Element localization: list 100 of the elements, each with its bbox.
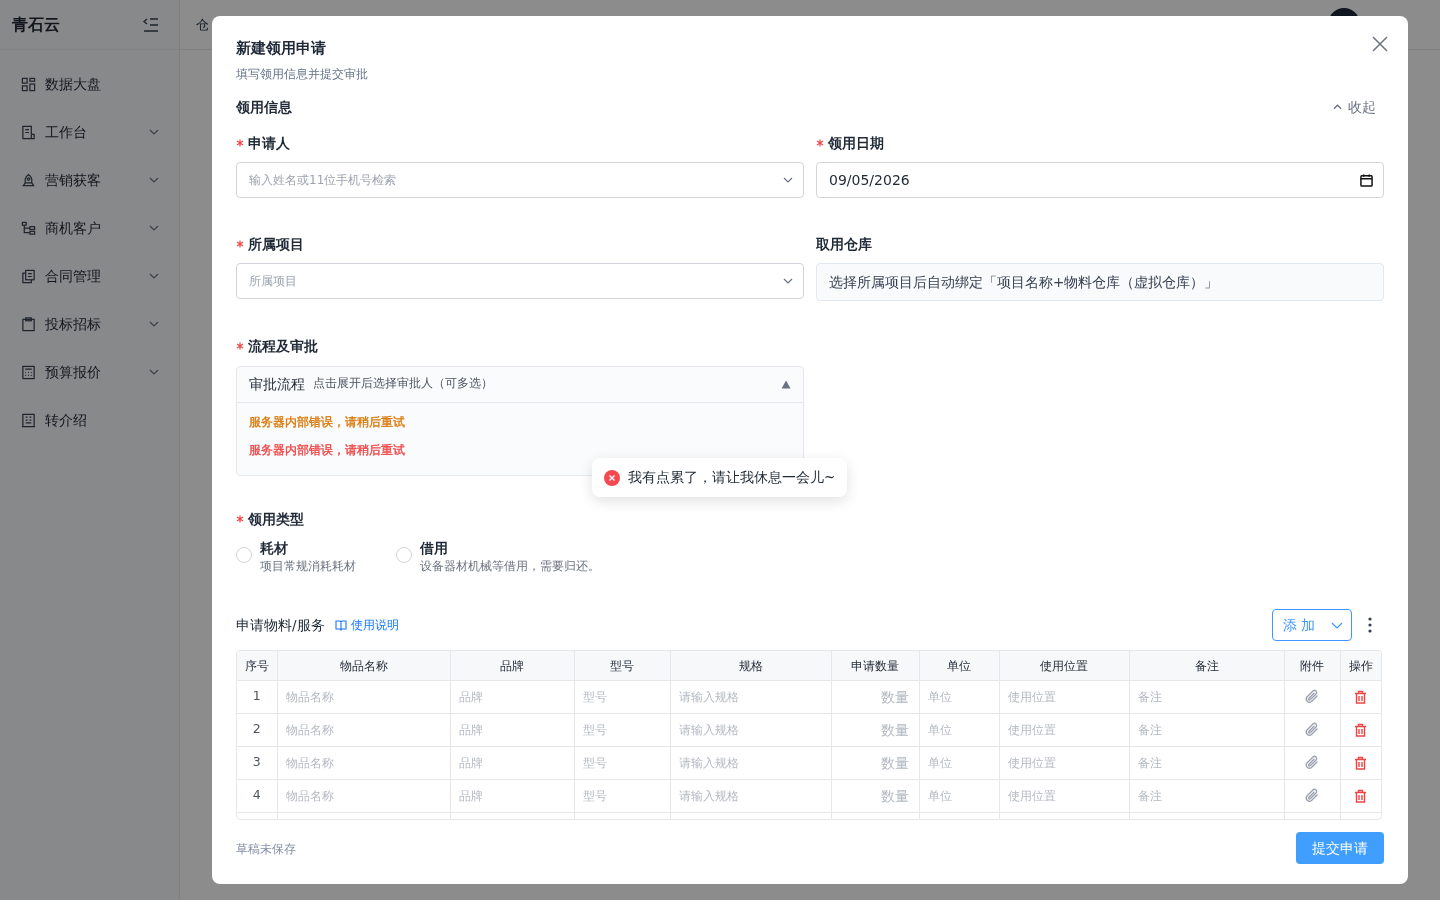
radio-button[interactable] bbox=[396, 546, 412, 563]
table-cell-field[interactable]: 备注 bbox=[1129, 779, 1284, 813]
table-cell-field[interactable]: 物品名称 bbox=[277, 779, 450, 813]
table-input[interactable]: 使用位置 bbox=[999, 721, 1129, 739]
delete-button[interactable] bbox=[1354, 722, 1367, 737]
table-cell-field[interactable]: 品牌 bbox=[450, 779, 574, 813]
delete-button[interactable] bbox=[1354, 689, 1367, 704]
table-cell-field[interactable]: 使用位置 bbox=[999, 779, 1129, 813]
sidebar-item[interactable]: 合同管理 bbox=[0, 252, 179, 300]
table-input[interactable]: 物品名称 bbox=[277, 787, 450, 805]
table-input[interactable]: 品牌 bbox=[450, 688, 574, 706]
table-input[interactable]: 型号 bbox=[574, 754, 670, 772]
table-input[interactable]: 请输入规格 bbox=[670, 688, 831, 706]
table-input[interactable]: 物品名称 bbox=[277, 721, 450, 739]
table-input[interactable]: 型号 bbox=[574, 787, 670, 805]
breadcrumb[interactable]: 仓 bbox=[196, 14, 209, 35]
sidebar-item[interactable]: 预算报价 bbox=[0, 348, 179, 396]
table-input[interactable]: 单位 bbox=[919, 754, 999, 772]
collapse-menu-icon[interactable] bbox=[143, 17, 159, 32]
table-input[interactable]: 请输入规格 bbox=[670, 787, 831, 805]
table-cell-field[interactable]: 品牌 bbox=[450, 680, 574, 714]
table-cell-field[interactable]: 数量 bbox=[831, 746, 919, 780]
add-dropdown-button[interactable]: 添 加 bbox=[1272, 609, 1352, 642]
table-cell-field[interactable]: 请输入规格 bbox=[670, 680, 831, 714]
help-link[interactable]: 使用说明 bbox=[334, 616, 399, 635]
table-input[interactable]: 单位 bbox=[919, 721, 999, 739]
table-input[interactable]: 备注 bbox=[1129, 721, 1284, 739]
column-header: 使用位置 bbox=[999, 651, 1129, 681]
table-cell-field[interactable]: 请输入规格 bbox=[670, 746, 831, 780]
table-input[interactable]: 单位 bbox=[919, 787, 999, 805]
table-cell-field[interactable]: 数量 bbox=[831, 713, 919, 747]
table-cell-field[interactable]: 单位 bbox=[919, 680, 999, 714]
attach-button[interactable] bbox=[1304, 754, 1320, 772]
table-cell-field[interactable]: 品牌 bbox=[450, 746, 574, 780]
select-field[interactable]: 输入姓名或11位手机号检索 bbox=[236, 162, 804, 198]
delete-button[interactable] bbox=[1354, 755, 1367, 770]
table-input[interactable]: 品牌 bbox=[450, 754, 574, 772]
approval-panel-header[interactable]: 审批流程 点击展开后选择审批人（可多选） bbox=[237, 366, 803, 403]
table-cell-field[interactable]: 品牌 bbox=[450, 713, 574, 747]
table-input[interactable]: 使用位置 bbox=[999, 688, 1129, 706]
dialog-title: 新建领用申请 bbox=[236, 38, 326, 59]
table-input[interactable]: 数量 bbox=[831, 752, 919, 773]
table-input[interactable]: 使用位置 bbox=[999, 787, 1129, 805]
table-input[interactable]: 备注 bbox=[1129, 688, 1284, 706]
error-icon bbox=[604, 469, 620, 486]
sidebar-item[interactable]: 工作台 bbox=[0, 108, 179, 156]
radio-button[interactable] bbox=[236, 546, 252, 563]
date-input[interactable]: 09/05/2026 bbox=[829, 169, 1360, 191]
table-cell-field[interactable]: 请输入规格 bbox=[670, 713, 831, 747]
sidebar-item[interactable]: 转介绍 bbox=[0, 396, 179, 444]
sidebar-item[interactable]: 营销获客 bbox=[0, 156, 179, 204]
close-button[interactable] bbox=[1372, 36, 1388, 52]
table-cell-field[interactable]: 数量 bbox=[831, 680, 919, 714]
sidebar-item[interactable]: 数据大盘 bbox=[0, 60, 179, 108]
table-cell-field[interactable]: 请输入规格 bbox=[670, 779, 831, 813]
table-cell-field[interactable]: 备注 bbox=[1129, 746, 1284, 780]
sidebar-item[interactable]: 投标招标 bbox=[0, 300, 179, 348]
table-cell-field[interactable]: 物品名称 bbox=[277, 746, 450, 780]
table-cell-field[interactable]: 备注 bbox=[1129, 680, 1284, 714]
table-input[interactable]: 单位 bbox=[919, 688, 999, 706]
table-input[interactable]: 品牌 bbox=[450, 721, 574, 739]
table-cell-field[interactable]: 型号 bbox=[574, 746, 670, 780]
sidebar-item[interactable]: 商机客户 bbox=[0, 204, 179, 252]
table-input[interactable]: 物品名称 bbox=[277, 688, 450, 706]
table-input[interactable]: 使用位置 bbox=[999, 754, 1129, 772]
table-input[interactable]: 请输入规格 bbox=[670, 721, 831, 739]
table-cell-field[interactable]: 使用位置 bbox=[999, 713, 1129, 747]
table-input[interactable]: 数量 bbox=[831, 785, 919, 806]
date-field[interactable]: 09/05/2026 bbox=[816, 162, 1384, 198]
table-cell-field[interactable]: 型号 bbox=[574, 713, 670, 747]
table-cell-field[interactable]: 型号 bbox=[574, 779, 670, 813]
table-cell-field[interactable]: 单位 bbox=[919, 746, 999, 780]
table-input[interactable]: 型号 bbox=[574, 688, 670, 706]
delete-button[interactable] bbox=[1354, 788, 1367, 803]
calculator-icon bbox=[21, 364, 36, 380]
submit-button[interactable]: 提交申请 bbox=[1296, 832, 1384, 864]
table-input[interactable]: 品牌 bbox=[450, 787, 574, 805]
select-field[interactable]: 所属项目 bbox=[236, 263, 804, 300]
table-cell-field[interactable]: 物品名称 bbox=[277, 713, 450, 747]
collapse-button[interactable]: 收起 bbox=[1333, 96, 1384, 117]
table-cell-field[interactable]: 单位 bbox=[919, 779, 999, 813]
table-cell-field[interactable]: 物品名称 bbox=[277, 680, 450, 714]
table-cell-field[interactable]: 单位 bbox=[919, 713, 999, 747]
table-input[interactable]: 备注 bbox=[1129, 787, 1284, 805]
table-input[interactable]: 物品名称 bbox=[277, 754, 450, 772]
table-input[interactable]: 数量 bbox=[831, 719, 919, 740]
attach-button[interactable] bbox=[1304, 787, 1320, 805]
select-input[interactable]: 输入姓名或11位手机号检索 bbox=[249, 171, 783, 189]
table-cell-field[interactable]: 型号 bbox=[574, 680, 670, 714]
table-cell-field[interactable]: 使用位置 bbox=[999, 680, 1129, 714]
table-input[interactable]: 型号 bbox=[574, 721, 670, 739]
table-input[interactable]: 备注 bbox=[1129, 754, 1284, 772]
attach-button[interactable] bbox=[1304, 721, 1320, 739]
attach-button[interactable] bbox=[1304, 688, 1320, 706]
table-input[interactable]: 请输入规格 bbox=[670, 754, 831, 772]
table-input[interactable]: 数量 bbox=[831, 686, 919, 707]
table-cell-field[interactable]: 备注 bbox=[1129, 713, 1284, 747]
select-input[interactable]: 所属项目 bbox=[249, 272, 783, 291]
table-cell-field[interactable]: 数量 bbox=[831, 779, 919, 813]
table-cell-field[interactable]: 使用位置 bbox=[999, 746, 1129, 780]
